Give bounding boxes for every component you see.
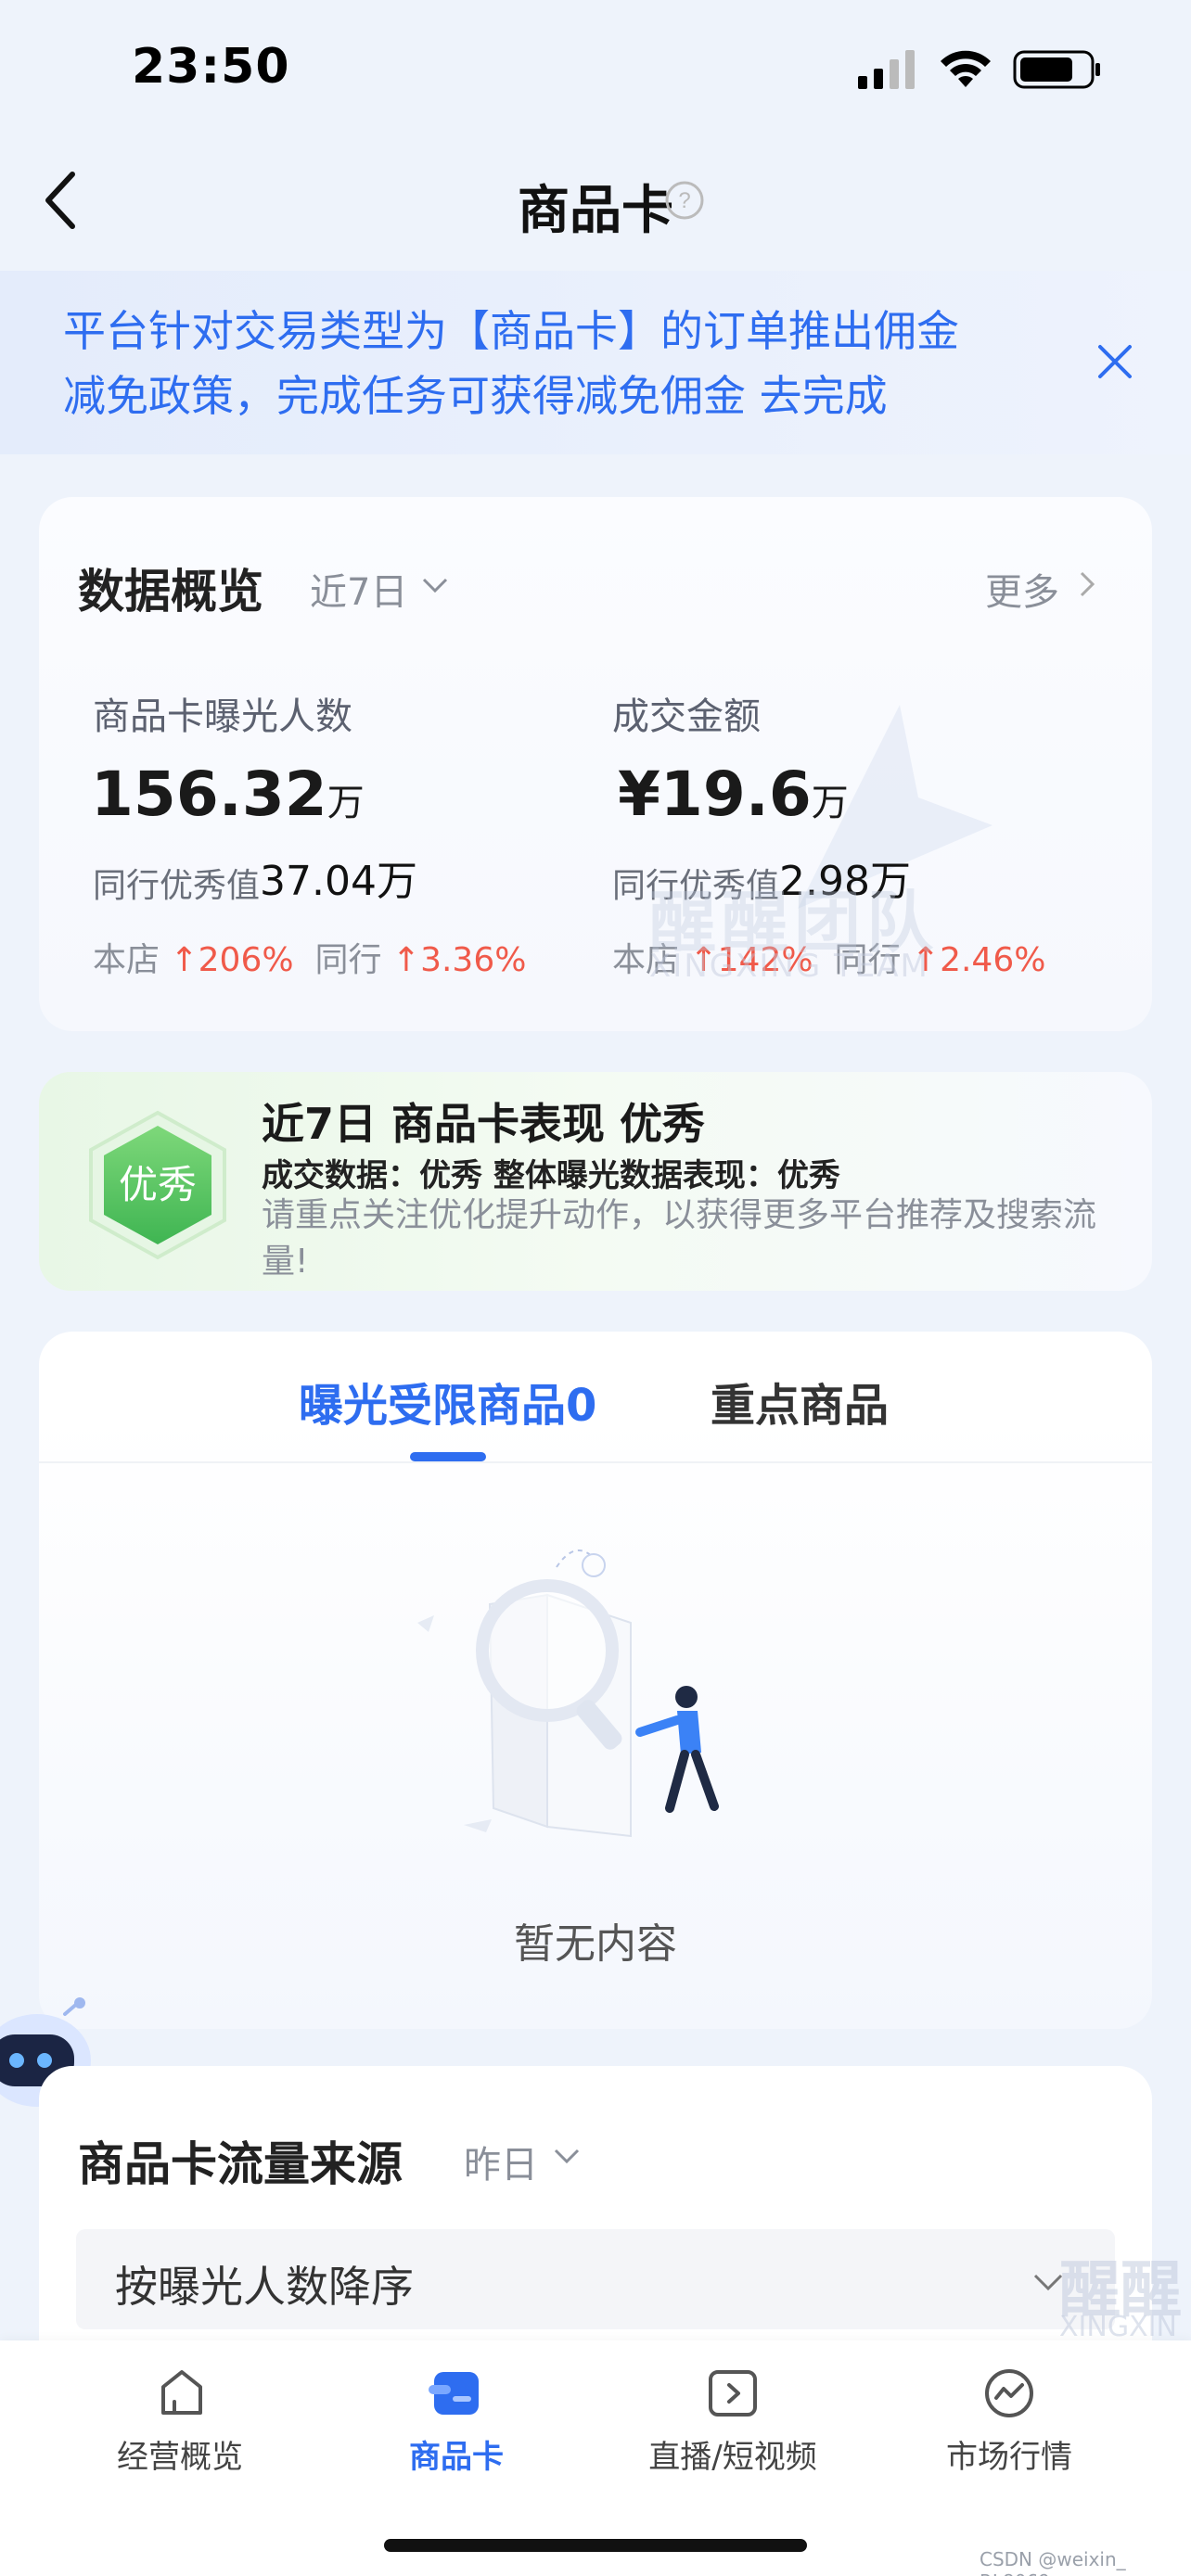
notice-line-1: 平台针对交易类型为【商品卡】的订单推出佣金 — [63, 306, 959, 356]
empty-state-illustration — [417, 1549, 719, 1838]
notice-text: 平台针对交易类型为【商品卡】的订单推出佣金 减免政策，完成任务可获得减免佣金 去… — [63, 299, 1046, 428]
home-icon[interactable] — [154, 2365, 210, 2420]
metric-comparison: 本店 ↑206% 同行 ↑3.36% — [93, 941, 527, 979]
close-icon[interactable] — [1095, 341, 1135, 382]
product-card-icon[interactable] — [429, 2365, 484, 2420]
help-icon[interactable]: ? — [664, 180, 705, 221]
status-time: 23:50 — [132, 39, 290, 95]
notice-line-2: 减免政策，完成任务可获得减免佣金 去完成 — [63, 371, 888, 421]
svg-text:?: ? — [678, 188, 690, 213]
bottom-tab-label[interactable]: 直播/短视频 — [612, 2431, 853, 2477]
metric-value: 156.32万 — [91, 759, 365, 830]
page-title: 商品卡 — [518, 181, 673, 241]
peer-excellent-label: 同行优秀值 — [93, 867, 261, 905]
empty-state-text: 暂无内容 — [514, 1920, 677, 1968]
watermark-en: XINGXING TEAM — [649, 948, 929, 985]
excellent-badge-icon: 优秀 — [89, 1110, 226, 1260]
chevron-right-icon[interactable] — [1076, 567, 1098, 601]
rating-title: 近7日 商品卡表现 优秀 — [262, 1099, 706, 1149]
metric-label: 成交金额 — [612, 695, 761, 738]
market-trend-icon[interactable] — [981, 2365, 1037, 2420]
chevron-down-icon[interactable] — [551, 2142, 583, 2170]
wifi-icon — [941, 50, 991, 87]
status-bar: 23:50 — [0, 0, 1191, 139]
overview-more-link[interactable]: 更多 — [985, 562, 1059, 616]
tab-indicator — [410, 1452, 486, 1461]
traffic-title: 商品卡流量来源 — [78, 2137, 403, 2191]
live-video-icon[interactable] — [705, 2365, 761, 2420]
overview-title: 数据概览 — [78, 565, 263, 618]
bottom-tab-label[interactable]: 商品卡 — [336, 2431, 577, 2477]
battery-icon — [1013, 50, 1100, 89]
tab-key-products[interactable]: 重点商品 — [711, 1369, 889, 1434]
traffic-range-select[interactable]: 昨日 — [464, 2135, 538, 2188]
home-indicator — [384, 2539, 807, 2552]
watermark-en: XINGXIN — [1059, 2311, 1177, 2343]
cellular-signal-icon — [858, 50, 915, 89]
credit-watermark: CSDN @weixin_ RL8069 — [980, 2548, 1126, 2576]
overview-range-select[interactable]: 近7日 — [310, 562, 407, 616]
rating-advice: 请重点关注优化提升动作，以获得更多平台推荐及搜索流量! — [262, 1196, 1097, 1281]
chevron-down-icon[interactable] — [419, 571, 451, 599]
bottom-tab-label[interactable]: 经营概览 — [59, 2431, 301, 2477]
metric-label: 商品卡曝光人数 — [93, 695, 352, 738]
tab-divider — [39, 1461, 1152, 1463]
peer-excellent-value: 37.04万 — [260, 858, 417, 905]
rating-detail: 成交数据：优秀 整体曝光数据表现：优秀 — [262, 1157, 840, 1194]
tab-exposure-limited[interactable]: 曝光受限商品0 — [299, 1369, 596, 1434]
metric-value: ¥19.6万 — [618, 759, 849, 830]
notice-link[interactable]: 去完成 — [760, 371, 888, 421]
svg-text:优秀: 优秀 — [119, 1162, 197, 1207]
bottom-tab-label[interactable]: 市场行情 — [889, 2431, 1130, 2477]
sort-select-value: 按曝光人数降序 — [115, 2262, 414, 2312]
